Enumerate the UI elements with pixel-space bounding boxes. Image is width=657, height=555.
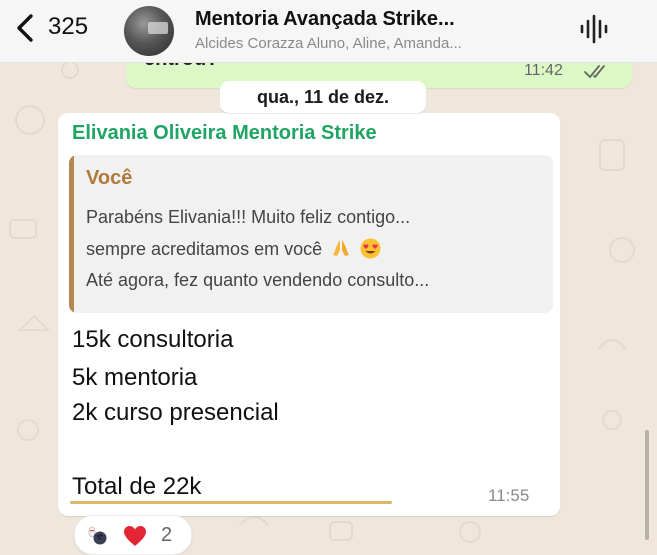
heart-eyes-emoji-icon [360, 238, 381, 259]
message-line: 5k mentoria [72, 364, 198, 391]
text-underline [70, 501, 392, 504]
quote-author: Você [86, 167, 133, 189]
sender-name[interactable]: Elivania Oliveira Mentoria Strike [72, 122, 377, 145]
group-avatar[interactable] [124, 6, 174, 56]
message-line: Total de 22k [72, 473, 202, 500]
audio-call-icon[interactable] [577, 12, 611, 46]
date-separator: qua., 11 de dez. [220, 81, 426, 113]
previous-message-time: 11:42 [524, 62, 563, 79]
reaction-count: 2 [161, 524, 173, 546]
quoted-message[interactable]: Você Parabéns Elivania!!! Muito feliz co… [69, 155, 553, 313]
quote-line: Até agora, fez quanto vendendo consulto.… [86, 270, 430, 290]
chat-header: 325 Mentoria Avançada Strike... Alcides … [0, 0, 657, 63]
unread-count[interactable]: 325 [48, 13, 88, 41]
heart-emoji-icon [124, 526, 146, 546]
quote-accent-bar [69, 155, 74, 313]
quote-line: Parabéns Elivania!!! Muito feliz contigo… [86, 207, 411, 227]
scrollbar[interactable] [645, 430, 649, 540]
bowling-emoji-icon [88, 526, 107, 545]
message-line: 2k curso presencial [72, 399, 279, 426]
message-time: 11:55 [488, 486, 530, 505]
quote-line: sempre acreditamos em você [86, 238, 381, 260]
praying-hands-emoji-icon [333, 240, 350, 256]
back-button[interactable] [8, 11, 42, 45]
chevron-left-icon [17, 14, 33, 42]
chat-participants[interactable]: Alcides Corazza Aluno, Aline, Amanda... [195, 35, 462, 52]
reactions-pill[interactable]: 2 [74, 515, 192, 555]
read-receipt-icon [584, 65, 605, 78]
avatar-logo [148, 22, 168, 34]
message-line: 15k consultoria [72, 326, 234, 353]
message-bubble[interactable]: Elivania Oliveira Mentoria Strike Você P… [58, 113, 560, 516]
chat-title[interactable]: Mentoria Avançada Strike... [195, 8, 455, 31]
quote-line-text: sempre acreditamos em você [86, 239, 323, 259]
